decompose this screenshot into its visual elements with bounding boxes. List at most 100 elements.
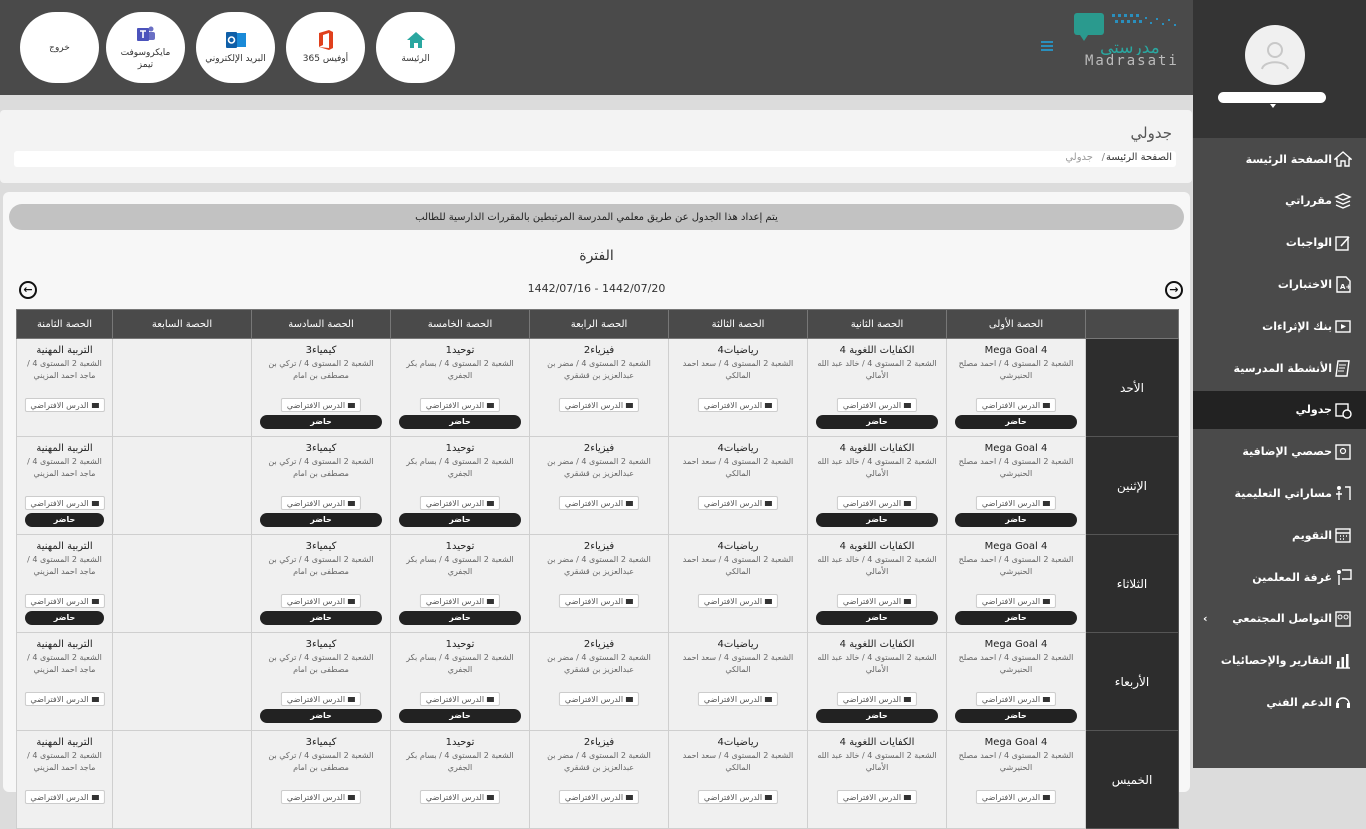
virtual-lesson-label: الدرس الافتراضي [703,596,763,606]
date-range: 1442/07/16 - 1442/07/20 [527,282,666,295]
class-detail: الشعبة 2 المستوى 4 / احمد مصلح الحنيرشي [958,653,1074,674]
sidebar-item-13[interactable]: الدعم الفني [1193,683,1366,721]
sidebar-item-2[interactable]: الواجبات [1193,224,1366,262]
virtual-lesson-button[interactable]: الدرس الافتراضي [24,692,105,706]
column-header-period-4: الحصة الرابعة [529,309,669,339]
teams-button[interactable]: مايكروسوفت تيمز [106,12,185,83]
prev-week-arrow-icon[interactable]: ← [19,281,37,299]
virtual-lesson-button[interactable]: الدرس الافتراضي [419,790,501,804]
class-detail: الشعبة 2 المستوى 4 / ماجد احمد المزيني [27,653,102,674]
sidebar-item-1[interactable]: مقرراتي [1193,182,1366,220]
sidebar-item-9[interactable]: التقويم [1193,516,1366,554]
outlook-icon [225,30,247,50]
virtual-lesson-label: الدرس الافتراضي [842,694,902,704]
attendance-badge: حاضر [816,709,938,723]
virtual-lesson-button[interactable]: الدرس الافتراضي [419,594,501,608]
next-week-arrow-icon[interactable]: → [1165,281,1183,299]
schedule-cell: الكفايات اللغوية 4 الشعبة 2 المستوى 4 / خ… [807,534,947,633]
menu-toggle-icon[interactable] [1041,41,1053,53]
sidebar-item-6[interactable]: جدولي [1193,390,1366,429]
avatar[interactable] [1245,25,1305,85]
virtual-lesson-button[interactable]: الدرس الافتراضي [836,496,918,510]
sidebar-item-8[interactable]: مساراتي التعليمية [1193,474,1366,512]
virtual-lesson-button[interactable]: الدرس الافتراضي [697,692,779,706]
class-detail: الشعبة 2 المستوى 4 / ماجد احمد المزيني [27,555,102,576]
virtual-lesson-label: الدرس الافتراضي [286,694,346,704]
schedule-cell: رياضيات4 الشعبة 2 المستوى 4 / سعد احمد ال… [668,436,808,535]
logout-button-label: خروج [49,42,70,53]
sidebar-item-3[interactable]: الاختبارات A+ [1193,265,1366,303]
virtual-lesson-label: الدرس الافتراضي [30,792,89,802]
virtual-lesson-button[interactable]: الدرس الافتراضي [280,594,362,608]
column-header-period-8: الحصة الثامنة [16,309,113,339]
class-detail: الشعبة 2 المستوى 4 / خالد عبد الله الأما… [817,751,937,772]
sidebar-item-4[interactable]: بنك الإثراءات [1193,307,1366,345]
virtual-lesson-button[interactable]: الدرس الافتراضي [697,594,779,608]
virtual-lesson-button[interactable]: الدرس الافتراضي [975,692,1057,706]
virtual-lesson-button[interactable]: الدرس الافتراضي [697,496,779,510]
chevron-down-icon[interactable] [1270,104,1276,108]
email-button[interactable]: البريد الإلكتروني [196,12,275,83]
virtual-lesson-button[interactable]: الدرس الافتراضي [280,790,362,804]
top-bar: الرئيسة أوفيس 365 البريد الإلكتروني مايك… [0,0,1193,95]
subject-name: التربية المهنية [36,541,93,552]
home-button[interactable]: الرئيسة [376,12,455,83]
column-header-period-6: الحصة السادسة [251,309,391,339]
attendance-badge: حاضر [955,513,1077,527]
subject-name: كيمياء3 [305,639,337,650]
virtual-lesson-button[interactable]: الدرس الافتراضي [24,790,105,804]
virtual-lesson-button[interactable]: الدرس الافتراضي [558,594,640,608]
virtual-lesson-button[interactable]: الدرس الافتراضي [280,496,362,510]
attendance-badge: حاضر [955,415,1077,429]
virtual-lesson-button[interactable]: الدرس الافتراضي [836,594,918,608]
virtual-lesson-button[interactable]: الدرس الافتراضي [975,496,1057,510]
virtual-lesson-label: الدرس الافتراضي [30,596,89,606]
virtual-lesson-button[interactable]: الدرس الافتراضي [558,790,640,804]
video-camera-icon [1043,598,1051,604]
breadcrumb-home[interactable]: الصفحة الرئيسة [1106,152,1172,163]
user-name-bar[interactable] [1218,92,1326,103]
breadcrumb-current: جدولي [1065,152,1093,163]
virtual-lesson-button[interactable]: الدرس الافتراضي [280,692,362,706]
virtual-lesson-button[interactable]: الدرس الافتراضي [975,594,1057,608]
class-detail: الشعبة 2 المستوى 4 / تركي بن مصطفى بن ام… [268,457,374,478]
books-icon [1334,193,1352,209]
sidebar-item-10[interactable]: غرفة المعلمين [1193,558,1366,596]
sidebar-item-5[interactable]: الأنشطة المدرسية [1193,349,1366,387]
virtual-lesson-button[interactable]: الدرس الافتراضي [836,790,918,804]
virtual-lesson-button[interactable]: الدرس الافتراضي [697,398,779,412]
virtual-lesson-button[interactable]: الدرس الافتراضي [419,398,501,412]
class-detail: الشعبة 2 المستوى 4 / تركي بن مصطفى بن ام… [268,555,374,576]
office365-button[interactable]: أوفيس 365 [286,12,365,83]
virtual-lesson-button[interactable]: الدرس الافتراضي [419,692,501,706]
virtual-lesson-button[interactable]: الدرس الافتراضي [558,692,640,706]
virtual-lesson-button[interactable]: الدرس الافتراضي [836,692,918,706]
subject-name: Mega Goal 4 [984,737,1048,748]
logout-button[interactable]: خروج [20,12,99,83]
attendance-badge: حاضر [955,611,1077,625]
video-camera-icon [348,794,356,800]
virtual-lesson-button[interactable]: الدرس الافتراضي [975,398,1057,412]
chevron-left-icon[interactable]: ‹ [1203,612,1208,625]
virtual-lesson-button[interactable]: الدرس الافتراضي [558,398,640,412]
sidebar-item-7[interactable]: حصصي الإضافية [1193,433,1366,471]
sidebar-item-12[interactable]: التقارير والإحصائيات [1193,642,1366,680]
virtual-lesson-button[interactable]: الدرس الافتراضي [697,790,779,804]
sidebar-item-11[interactable]: التواصل المجتمعي ‹ [1193,600,1366,638]
virtual-lesson-label: الدرس الافتراضي [703,400,763,410]
video-camera-icon [91,794,99,800]
virtual-lesson-button[interactable]: الدرس الافتراضي [280,398,362,412]
virtual-lesson-button[interactable]: الدرس الافتراضي [558,496,640,510]
virtual-lesson-label: الدرس الافتراضي [286,596,346,606]
virtual-lesson-button[interactable]: الدرس الافتراضي [24,398,105,412]
virtual-lesson-button[interactable]: الدرس الافتراضي [975,790,1057,804]
virtual-lesson-button[interactable]: الدرس الافتراضي [419,496,501,510]
virtual-lesson-button[interactable]: الدرس الافتراضي [836,398,918,412]
attendance-badge: حاضر [260,513,382,527]
schedule-cell [112,632,252,731]
virtual-lesson-button[interactable]: الدرس الافتراضي [24,496,105,510]
video-camera-icon [348,402,356,408]
sidebar-item-0[interactable]: الصفحة الرئيسة [1193,140,1366,178]
attendance-badge: حاضر [816,513,938,527]
virtual-lesson-button[interactable]: الدرس الافتراضي [24,594,105,608]
